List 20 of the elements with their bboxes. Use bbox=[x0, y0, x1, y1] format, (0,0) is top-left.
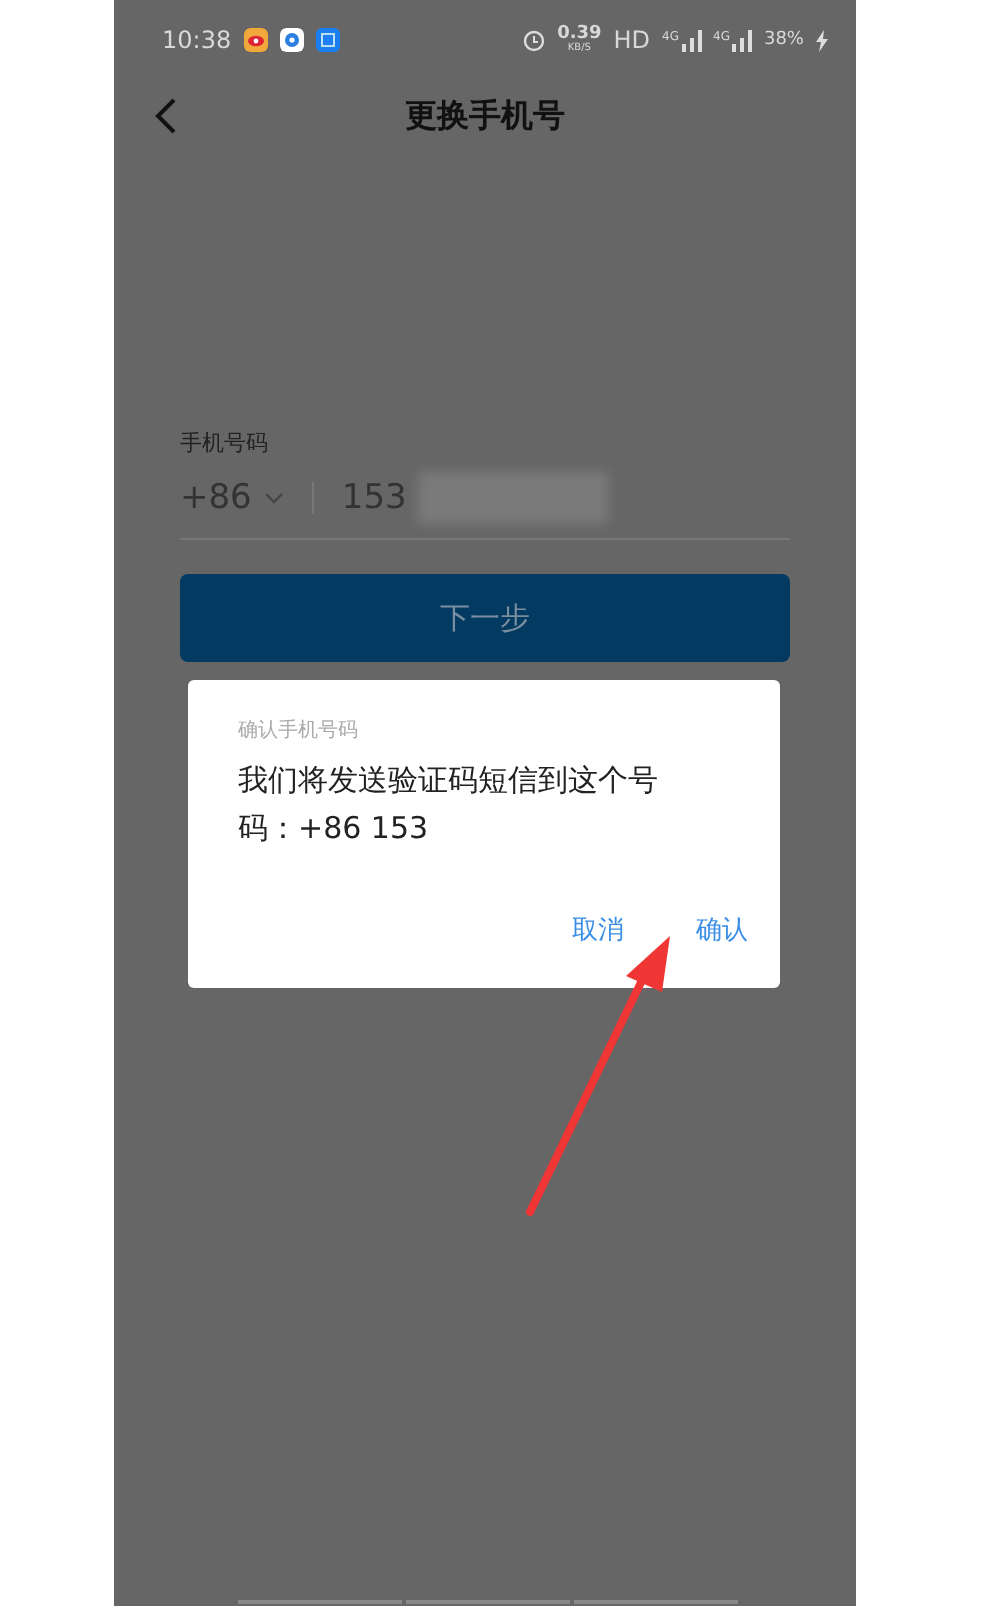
dialog-button[interactable]: 确认 bbox=[696, 912, 748, 948]
back-icon[interactable] bbox=[154, 96, 178, 136]
hd-indicator: HD bbox=[613, 26, 651, 54]
clock: 10:38 bbox=[162, 26, 232, 54]
bolt-icon bbox=[816, 29, 828, 51]
signal-icon bbox=[731, 29, 752, 51]
dialog-message: 我们将发送验证码短信到这个号码：+86 153 bbox=[238, 762, 658, 846]
field-label: 手机号码 bbox=[180, 428, 270, 458]
signal-icon bbox=[681, 29, 702, 51]
alarm-icon bbox=[521, 28, 546, 52]
page-title: 更换手机号 bbox=[405, 95, 565, 137]
battery-level: 38% bbox=[763, 30, 804, 50]
dialog-title: 确认手机号码 bbox=[238, 717, 360, 744]
chevron-down-icon[interactable] bbox=[263, 492, 284, 504]
next-button[interactable]: 下一步 bbox=[180, 574, 790, 662]
dialog-button[interactable]: 取消 bbox=[572, 912, 624, 948]
network-speed: 0.39 bbox=[557, 26, 602, 44]
eye-app-icon bbox=[243, 28, 268, 52]
circle-app-icon bbox=[279, 28, 304, 52]
square-app-icon bbox=[315, 28, 340, 52]
